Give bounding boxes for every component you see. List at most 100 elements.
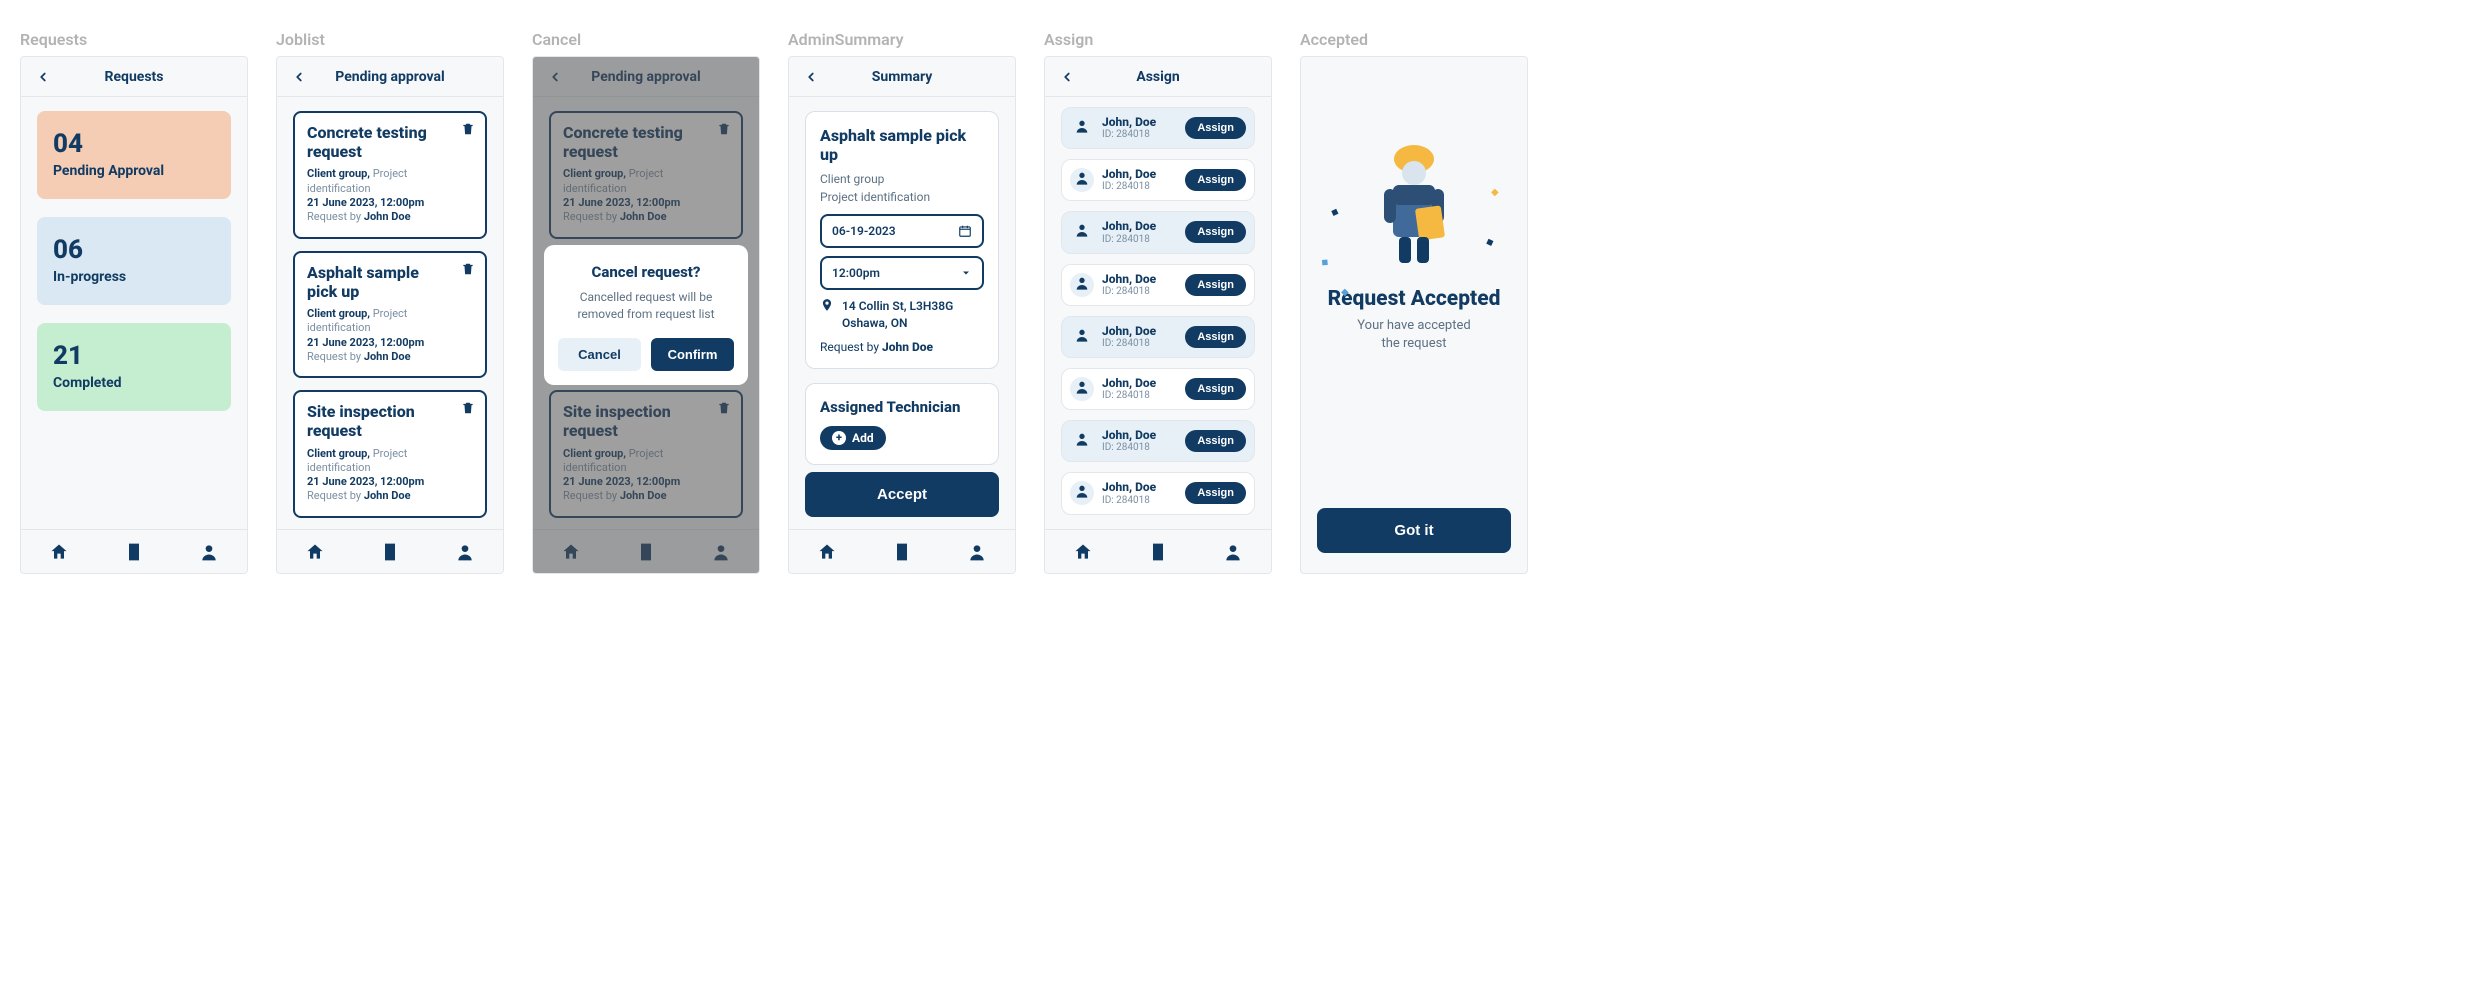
- avatar: [1070, 377, 1094, 401]
- delete-button[interactable]: [461, 400, 477, 416]
- got-it-button[interactable]: Got it: [1317, 508, 1511, 553]
- bottom-nav: [789, 529, 1015, 573]
- request-by: Request by John Doe: [820, 340, 984, 354]
- summary-client: Client group: [820, 172, 984, 186]
- assign-name: John, Doe: [1102, 429, 1185, 442]
- assign-button[interactable]: Assign: [1185, 378, 1246, 400]
- assign-row[interactable]: John, Doe ID: 284018 Assign: [1061, 264, 1255, 306]
- nav-list[interactable]: [1148, 542, 1168, 562]
- accepted-message: Your have accepted the request: [1323, 317, 1505, 353]
- bottom-nav: [1045, 529, 1271, 573]
- user-icon: [1074, 118, 1090, 138]
- assign-row[interactable]: John, Doe ID: 284018 Assign: [1061, 420, 1255, 462]
- assign-id: ID: 284018: [1102, 390, 1185, 401]
- home-icon: [1073, 542, 1093, 562]
- add-label: Add: [852, 431, 874, 445]
- avatar: [1070, 168, 1094, 192]
- assign-row[interactable]: John, Doe ID: 284018 Assign: [1061, 159, 1255, 201]
- assign-button[interactable]: Assign: [1185, 482, 1246, 504]
- job-title: Concrete testing request: [307, 123, 473, 161]
- assign-button[interactable]: Assign: [1185, 169, 1246, 191]
- assign-row[interactable]: John, Doe ID: 284018 Assign: [1061, 368, 1255, 410]
- cancel-button[interactable]: Cancel: [558, 338, 641, 371]
- assign-name: John, Doe: [1102, 168, 1185, 181]
- document-icon: [124, 542, 144, 562]
- delete-button[interactable]: [461, 261, 477, 277]
- bottom-nav: [21, 529, 247, 573]
- chevron-left-icon: [804, 70, 818, 84]
- summary-project: Project identification: [820, 190, 984, 204]
- chevron-left-icon: [36, 70, 50, 84]
- time-value: 12:00pm: [832, 266, 880, 280]
- back-button[interactable]: [799, 65, 823, 89]
- cancel-dialog: Cancel request? Cancelled request will b…: [544, 245, 748, 386]
- nav-list[interactable]: [892, 542, 912, 562]
- nav-list[interactable]: [124, 542, 144, 562]
- nav-home[interactable]: [817, 542, 837, 562]
- stat-num: 06: [53, 235, 215, 265]
- job-card[interactable]: Concrete testing request Client group, P…: [293, 111, 487, 239]
- assign-row[interactable]: John, Doe ID: 284018 Assign: [1061, 472, 1255, 514]
- assign-row[interactable]: John, Doe ID: 284018 Assign: [1061, 211, 1255, 253]
- user-icon: [1074, 379, 1090, 399]
- assign-button[interactable]: Assign: [1185, 326, 1246, 348]
- delete-button[interactable]: [461, 121, 477, 137]
- nav-home[interactable]: [1073, 542, 1093, 562]
- page-title: Summary: [872, 69, 933, 85]
- trash-icon: [461, 121, 475, 140]
- home-icon: [817, 542, 837, 562]
- home-icon: [49, 542, 69, 562]
- job-meta: Client group, Project identification 21 …: [307, 307, 473, 364]
- accept-button[interactable]: Accept: [805, 472, 999, 517]
- addr-line-2: Oshawa, ON: [842, 315, 953, 332]
- assign-button[interactable]: Assign: [1185, 274, 1246, 296]
- screen-requests: Requests 04 Pending Approval 06 In-progr…: [20, 56, 248, 574]
- nav-home[interactable]: [305, 542, 325, 562]
- assign-button[interactable]: Assign: [1185, 430, 1246, 452]
- stat-completed[interactable]: 21 Completed: [37, 323, 231, 411]
- summary-card: Asphalt sample pick up Client group Proj…: [805, 111, 999, 369]
- back-button[interactable]: [31, 65, 55, 89]
- topbar: Assign: [1045, 57, 1271, 97]
- assign-row[interactable]: John, Doe ID: 284018 Assign: [1061, 316, 1255, 358]
- nav-profile[interactable]: [967, 542, 987, 562]
- confirm-button[interactable]: Confirm: [651, 338, 734, 371]
- screen-summary: Summary Asphalt sample pick up Client gr…: [788, 56, 1016, 574]
- nav-profile[interactable]: [1223, 542, 1243, 562]
- assign-name: John, Doe: [1102, 481, 1185, 494]
- assigned-tech-label: Assigned Technician: [820, 398, 984, 416]
- modal-overlay[interactable]: Cancel request? Cancelled request will b…: [533, 57, 759, 573]
- bottom-nav: [277, 529, 503, 573]
- nav-home[interactable]: [49, 542, 69, 562]
- page-title: Assign: [1136, 69, 1179, 85]
- user-icon: [967, 542, 987, 562]
- assign-row[interactable]: John, Doe ID: 284018 Assign: [1061, 107, 1255, 149]
- stat-pending-approval[interactable]: 04 Pending Approval: [37, 111, 231, 199]
- topbar: Summary: [789, 57, 1015, 97]
- avatar: [1070, 273, 1094, 297]
- nav-profile[interactable]: [199, 542, 219, 562]
- assign-button[interactable]: Assign: [1185, 221, 1246, 243]
- date-field[interactable]: 06-19-2023: [820, 214, 984, 248]
- assign-button[interactable]: Assign: [1185, 117, 1246, 139]
- frame-label-joblist: Joblist: [276, 30, 325, 50]
- nav-profile[interactable]: [455, 542, 475, 562]
- job-card[interactable]: Asphalt sample pick up Client group, Pro…: [293, 251, 487, 379]
- job-card[interactable]: Site inspection request Client group, Pr…: [293, 390, 487, 518]
- avatar: [1070, 116, 1094, 140]
- assign-id: ID: 284018: [1102, 286, 1185, 297]
- frame-label-cancel: Cancel: [532, 30, 581, 50]
- stat-in-progress[interactable]: 06 In-progress: [37, 217, 231, 305]
- nav-list[interactable]: [380, 542, 400, 562]
- time-field[interactable]: 12:00pm: [820, 256, 984, 290]
- back-button[interactable]: [1055, 65, 1079, 89]
- add-technician-button[interactable]: + Add: [820, 426, 886, 450]
- summary-title: Asphalt sample pick up: [820, 126, 984, 164]
- document-icon: [380, 542, 400, 562]
- assign-name: John, Doe: [1102, 377, 1185, 390]
- location-row: 14 Collin St, L3H38G Oshawa, ON: [820, 298, 984, 332]
- back-button[interactable]: [287, 65, 311, 89]
- home-icon: [305, 542, 325, 562]
- job-meta: Client group, Project identification 21 …: [307, 167, 473, 224]
- pin-icon: [820, 298, 834, 312]
